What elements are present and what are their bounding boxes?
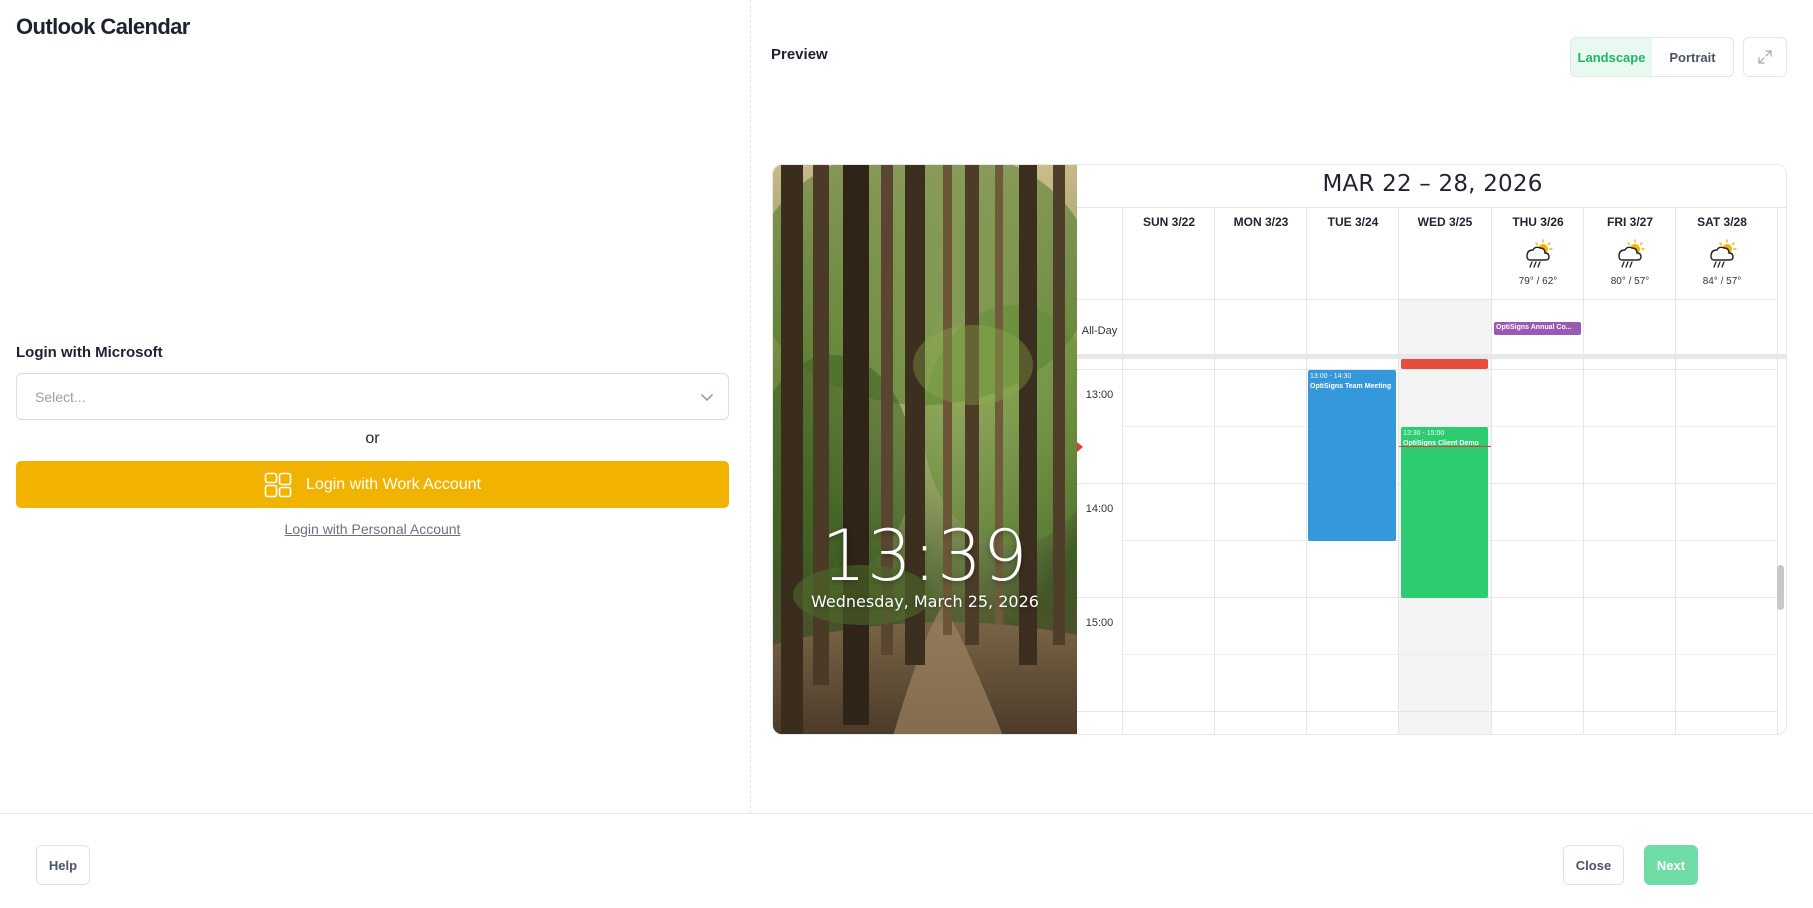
next-button[interactable]: Next — [1644, 845, 1698, 885]
day-header: FRI 3/27 — [1606, 215, 1654, 229]
grid-line — [1077, 207, 1786, 208]
event-time: 13:30 - 15:00 — [1403, 430, 1445, 437]
grid-line — [1077, 369, 1777, 370]
login-work-account-label: Login with Work Account — [306, 475, 481, 493]
grid-line — [1306, 207, 1307, 734]
grid-line — [1077, 711, 1777, 712]
landscape-toggle[interactable]: Landscape — [1571, 38, 1652, 76]
calendar-event[interactable]: 13:30 - 15:00 OptiSigns Client Demo — [1401, 427, 1488, 598]
grid-line — [1214, 207, 1215, 734]
day-header: TUE 3/24 — [1327, 215, 1379, 229]
current-time-marker — [1077, 442, 1083, 452]
allday-event[interactable]: OptiSigns Annual Co... — [1494, 322, 1581, 335]
day-header: SUN 3/22 — [1142, 215, 1196, 229]
page-title: Outlook Calendar — [16, 14, 190, 39]
calendar-scrollbar[interactable] — [1777, 565, 1784, 610]
expand-preview-button[interactable] — [1743, 37, 1787, 77]
rain-sun-icon — [1618, 239, 1645, 268]
time-label: 14:00 — [1085, 503, 1114, 515]
background-photo: 13:39 Wednesday, March 25, 2026 — [773, 165, 1077, 734]
portrait-toggle[interactable]: Portrait — [1652, 38, 1733, 76]
panel-divider — [750, 0, 751, 813]
help-button[interactable]: Help — [36, 845, 90, 885]
login-panel: Outlook Calendar Login with Microsoft Se… — [0, 0, 750, 813]
expand-icon — [1758, 50, 1772, 64]
footer-bar: Help Close Next — [0, 813, 1813, 908]
grid-line — [1122, 654, 1777, 655]
time-label: 15:00 — [1085, 617, 1114, 629]
close-button[interactable]: Close — [1563, 845, 1624, 885]
calendar-preview: 13:39 Wednesday, March 25, 2026 MAR 22 –… — [772, 164, 1787, 735]
login-microsoft-label: Login with Microsoft — [16, 344, 163, 361]
grid-line — [1398, 207, 1399, 734]
grid-line — [1077, 299, 1777, 300]
calendar-event[interactable] — [1401, 359, 1488, 369]
account-select[interactable]: Select... — [16, 373, 729, 420]
app-root: Outlook Calendar Login with Microsoft Se… — [0, 0, 1813, 908]
event-time: 13:00 - 14:30 — [1310, 373, 1352, 380]
chevron-down-icon — [701, 394, 713, 401]
weather-temp: 79° / 62° — [1518, 276, 1558, 287]
login-personal-account-link[interactable]: Login with Personal Account — [0, 521, 745, 537]
weather-temp: 84° / 57° — [1702, 276, 1742, 287]
account-select-placeholder: Select... — [35, 389, 86, 405]
or-separator: or — [365, 430, 380, 447]
orientation-toggle: Landscape Portrait — [1570, 37, 1734, 77]
day-header: MON 3/23 — [1233, 215, 1289, 229]
event-title: OptiSigns Client Demo — [1403, 440, 1479, 447]
clock-time: 13:39 — [821, 515, 1029, 597]
day-header: WED 3/25 — [1417, 215, 1473, 229]
time-label: 13:00 — [1085, 389, 1114, 401]
rain-sun-icon — [1710, 239, 1737, 268]
calendar-date-range: MAR 22 – 28, 2026 — [1322, 171, 1543, 197]
weather-temp: 80° / 57° — [1610, 276, 1650, 287]
calendar-event[interactable]: 13:00 - 14:30 OptiSigns Team Meeting — [1308, 370, 1396, 541]
weather-forecast: 80° / 57° — [1584, 239, 1676, 287]
weather-forecast: 84° / 57° — [1676, 239, 1768, 287]
allday-label: All-Day — [1081, 325, 1118, 337]
grid-line — [1122, 207, 1123, 734]
rain-sun-icon — [1526, 239, 1553, 268]
weather-forecast: 79° / 62° — [1492, 239, 1584, 287]
forest-image — [773, 165, 1077, 734]
login-work-account-button[interactable]: Login with Work Account — [16, 461, 729, 508]
week-calendar: MAR 22 – 28, 2026 SUN 3/22 MON 3/23 TUE … — [1077, 165, 1786, 734]
grid-line — [1777, 207, 1778, 734]
event-title: OptiSigns Team Meeting — [1310, 383, 1392, 390]
day-header: SAT 3/28 — [1697, 215, 1747, 229]
current-time-line — [1399, 446, 1491, 447]
preview-title: Preview — [771, 46, 828, 63]
microsoft-apps-icon — [264, 472, 292, 497]
day-header: THU 3/26 — [1512, 215, 1564, 229]
event-title: OptiSigns Annual Co... — [1496, 324, 1572, 331]
clock-date: Wednesday, March 25, 2026 — [811, 592, 1039, 611]
